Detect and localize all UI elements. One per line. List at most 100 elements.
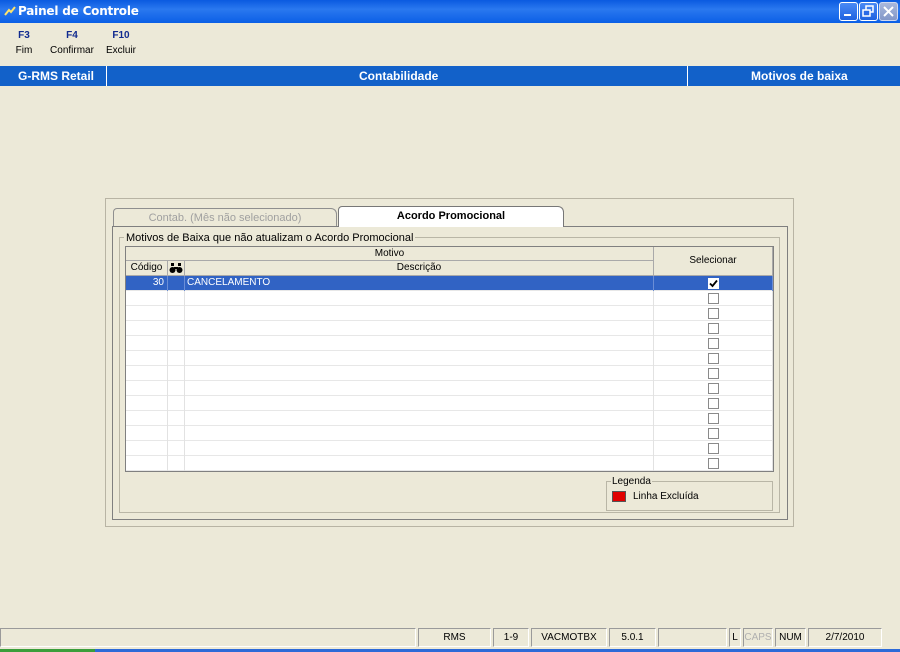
select-checkbox[interactable] [708,413,719,424]
table-row[interactable] [126,456,773,471]
code-cell[interactable] [126,321,168,336]
select-cell [654,366,773,381]
fkey-excluir[interactable]: F10 Excluir [105,30,137,56]
table-row[interactable] [126,321,773,336]
table-row[interactable]: 30 CANCELAMENTO [126,276,773,291]
description-cell[interactable] [185,381,654,396]
app-icon [4,6,16,16]
table-row[interactable] [126,471,773,472]
tab-contab[interactable]: Contab. (Mês não selecionado) [113,208,337,227]
select-checkbox[interactable] [708,293,719,304]
description-cell[interactable]: CANCELAMENTO [185,276,654,291]
select-checkbox[interactable] [708,278,719,289]
lookup-cell[interactable] [168,426,185,441]
description-cell[interactable] [185,411,654,426]
table-row[interactable] [126,426,773,441]
select-checkbox[interactable] [708,353,719,364]
table-row[interactable] [126,291,773,306]
binoculars-header[interactable] [168,261,185,276]
header-selecionar[interactable]: Selecionar [654,247,773,276]
description-cell[interactable] [185,456,654,471]
table-row[interactable] [126,411,773,426]
status-num: NUM [775,628,806,647]
header-motivo: Motivo [126,247,654,261]
table-row[interactable] [126,366,773,381]
select-cell [654,471,773,472]
lookup-cell[interactable] [168,351,185,366]
lookup-cell[interactable] [168,396,185,411]
code-cell[interactable] [126,411,168,426]
description-cell[interactable] [185,351,654,366]
select-checkbox[interactable] [708,338,719,349]
lookup-cell[interactable] [168,306,185,321]
table-row[interactable] [126,336,773,351]
code-cell[interactable] [126,306,168,321]
select-checkbox[interactable] [708,458,719,469]
select-cell [654,351,773,366]
description-cell[interactable] [185,291,654,306]
lookup-cell[interactable] [168,276,185,291]
fkey-confirmar[interactable]: F4 Confirmar [50,30,94,56]
tab-acordo-promocional[interactable]: Acordo Promocional [338,206,564,227]
select-checkbox[interactable] [708,323,719,334]
status-caps: CAPS [743,628,773,647]
code-cell[interactable] [126,336,168,351]
select-cell [654,321,773,336]
code-cell[interactable] [126,366,168,381]
code-cell[interactable] [126,471,168,472]
select-cell [654,276,773,291]
description-cell[interactable] [185,441,654,456]
code-cell[interactable] [126,291,168,306]
code-cell[interactable]: 30 [126,276,168,291]
lookup-cell[interactable] [168,471,185,472]
lookup-cell[interactable] [168,291,185,306]
description-cell[interactable] [185,366,654,381]
select-cell [654,306,773,321]
select-checkbox[interactable] [708,428,719,439]
code-cell[interactable] [126,381,168,396]
table-row[interactable] [126,306,773,321]
header-codigo[interactable]: Código [126,261,168,276]
description-cell[interactable] [185,336,654,351]
lookup-cell[interactable] [168,336,185,351]
table-row[interactable] [126,441,773,456]
fkey-fim[interactable]: F3 Fim [12,30,36,56]
status-l: L [729,628,741,647]
code-cell[interactable] [126,456,168,471]
close-button[interactable] [879,2,898,21]
lookup-cell[interactable] [168,366,185,381]
lookup-cell[interactable] [168,381,185,396]
code-cell[interactable] [126,351,168,366]
lookup-cell[interactable] [168,441,185,456]
lookup-cell[interactable] [168,456,185,471]
select-checkbox[interactable] [708,443,719,454]
table-row[interactable] [126,381,773,396]
status-empty [658,628,727,647]
description-cell[interactable] [185,426,654,441]
select-checkbox[interactable] [708,368,719,379]
select-checkbox[interactable] [708,398,719,409]
fkey-label: Fim [15,45,33,56]
lookup-cell[interactable] [168,321,185,336]
description-cell[interactable] [185,321,654,336]
table-row[interactable] [126,396,773,411]
select-checkbox[interactable] [708,383,719,394]
code-cell[interactable] [126,396,168,411]
fkey-code: F4 [66,30,78,41]
description-cell[interactable] [185,306,654,321]
table-row[interactable] [126,351,773,366]
description-cell[interactable] [185,396,654,411]
restore-button[interactable] [859,2,878,21]
lookup-cell[interactable] [168,411,185,426]
select-cell [654,456,773,471]
code-cell[interactable] [126,441,168,456]
select-checkbox[interactable] [708,308,719,319]
status-date: 2/7/2010 [808,628,882,647]
header-descricao[interactable]: Descrição [185,261,654,276]
fkey-label: Confirmar [50,45,94,56]
code-cell[interactable] [126,426,168,441]
select-cell [654,291,773,306]
description-cell[interactable] [185,471,654,472]
minimize-button[interactable] [839,2,858,21]
select-cell [654,426,773,441]
